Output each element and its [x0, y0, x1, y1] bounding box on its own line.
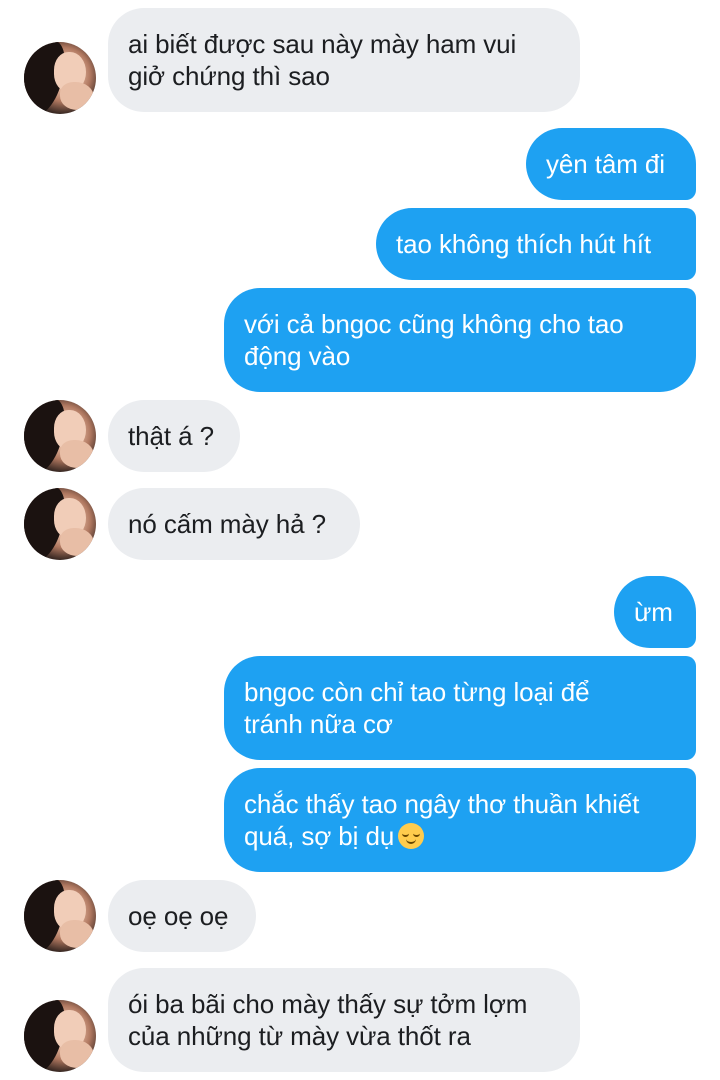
- message-text-line: giở chứng thì sao: [128, 61, 330, 91]
- outgoing-message-bubble[interactable]: chắc thấy tao ngây thơ thuần khiết quá, …: [224, 768, 696, 872]
- relieved-face-emoji-icon: [398, 823, 425, 849]
- outgoing-message-bubble[interactable]: tao không thích hút hít: [376, 208, 696, 280]
- contact-avatar[interactable]: [24, 400, 96, 472]
- message-text-line: quá, sợ bị dụ: [244, 821, 395, 851]
- message-text-line: của những từ mày vừa thốt ra: [128, 1021, 471, 1051]
- outgoing-message-bubble[interactable]: ừm: [614, 576, 696, 648]
- message-text-line: oẹ oẹ oẹ: [128, 901, 229, 931]
- message-text-line: tao không thích hút hít: [396, 229, 651, 259]
- message-text-line: ừm: [634, 597, 673, 627]
- contact-avatar[interactable]: [24, 488, 96, 560]
- incoming-message-bubble[interactable]: ói ba bãi cho mày thấy sự tởm lợm của nh…: [108, 968, 580, 1072]
- incoming-message-bubble[interactable]: nó cấm mày hả ?: [108, 488, 360, 560]
- contact-avatar[interactable]: [24, 880, 96, 952]
- message-text-line: bngoc còn chỉ tao từng loại để: [244, 677, 590, 707]
- message-text-line: yên tâm đi: [546, 149, 665, 179]
- message-text-line: động vào: [244, 341, 351, 371]
- contact-avatar[interactable]: [24, 42, 96, 114]
- message-text-line: ói ba bãi cho mày thấy sự tởm lợm: [128, 989, 528, 1019]
- contact-avatar[interactable]: [24, 1000, 96, 1072]
- message-text-line-with-emoji: quá, sợ bị dụ: [244, 820, 676, 852]
- message-text-line: chắc thấy tao ngây thơ thuần khiết: [244, 789, 640, 819]
- message-text-line: tránh nữa cơ: [244, 709, 393, 739]
- message-text-line: với cả bngoc cũng không cho tao: [244, 309, 624, 339]
- message-text-line: thật á ?: [128, 421, 214, 451]
- incoming-message-bubble[interactable]: oẹ oẹ oẹ: [108, 880, 256, 952]
- outgoing-message-bubble[interactable]: yên tâm đi: [526, 128, 696, 200]
- outgoing-message-bubble[interactable]: bngoc còn chỉ tao từng loại để tránh nữa…: [224, 656, 696, 760]
- outgoing-message-bubble[interactable]: với cả bngoc cũng không cho tao động vào: [224, 288, 696, 392]
- message-text-line: nó cấm mày hả ?: [128, 509, 326, 539]
- incoming-message-bubble[interactable]: ai biết được sau này mày ham vui giở chứ…: [108, 8, 580, 112]
- incoming-message-bubble[interactable]: thật á ?: [108, 400, 240, 472]
- message-text-line: ai biết được sau này mày ham vui: [128, 29, 517, 59]
